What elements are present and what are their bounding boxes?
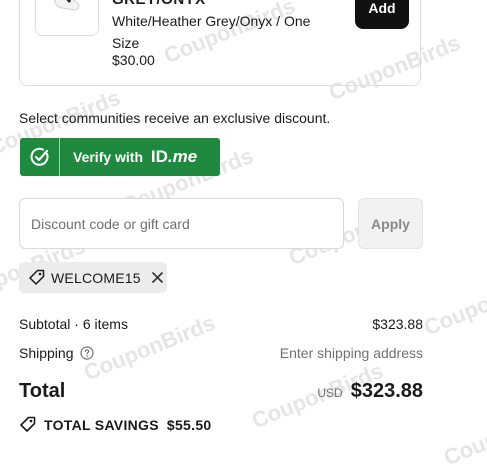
subtotal-row: Subtotal · 6 items $323.88 (19, 316, 423, 332)
watermark: CouponBirds (440, 394, 487, 471)
product-price: $30.00 (112, 52, 155, 68)
discount-code-input[interactable] (19, 198, 344, 249)
tag-icon (28, 269, 45, 286)
shipping-value: Enter shipping address (279, 345, 423, 361)
subtotal-label: Subtotal · 6 items (19, 316, 128, 332)
savings-label: TOTAL SAVINGS (44, 416, 159, 433)
community-discount-text: Select communities receive an exclusive … (19, 110, 331, 126)
product-variant: White/Heather Grey/Onyx / One Size (112, 13, 311, 51)
total-row: Total USD $323.88 (19, 380, 423, 403)
product-card: GREY/ONYX White/Heather Grey/Onyx / One … (19, 0, 421, 86)
verified-check-icon (20, 138, 60, 176)
idme-logo: ID.me (150, 147, 198, 166)
subtotal-value: $323.88 (372, 316, 423, 332)
sock-image-icon (54, 0, 80, 11)
shipping-row: Shipping Enter shipping address (19, 345, 423, 361)
total-savings: TOTAL SAVINGS $55.50 (19, 416, 212, 433)
help-circle-icon[interactable] (79, 346, 94, 360)
total-value: $323.88 (350, 380, 423, 402)
currency-code: USD (317, 386, 343, 400)
verify-idme-button[interactable]: Verify with ID.me (20, 138, 220, 176)
applied-discount-tag: WELCOME15 (19, 262, 167, 293)
product-title: GREY/ONYX (112, 0, 206, 8)
total-label: Total (19, 380, 66, 402)
apply-button[interactable]: Apply (358, 198, 423, 249)
watermark: CouponBirds (420, 264, 487, 341)
product-thumbnail[interactable] (35, 0, 99, 36)
applied-code-label: WELCOME15 (51, 269, 141, 286)
savings-value: $55.50 (166, 416, 212, 433)
remove-code-icon[interactable] (151, 271, 164, 284)
shipping-label: Shipping (19, 345, 74, 361)
idme-label: Verify with (73, 149, 144, 165)
savings-tag-icon (20, 416, 36, 432)
add-button[interactable]: Add (355, 0, 409, 29)
